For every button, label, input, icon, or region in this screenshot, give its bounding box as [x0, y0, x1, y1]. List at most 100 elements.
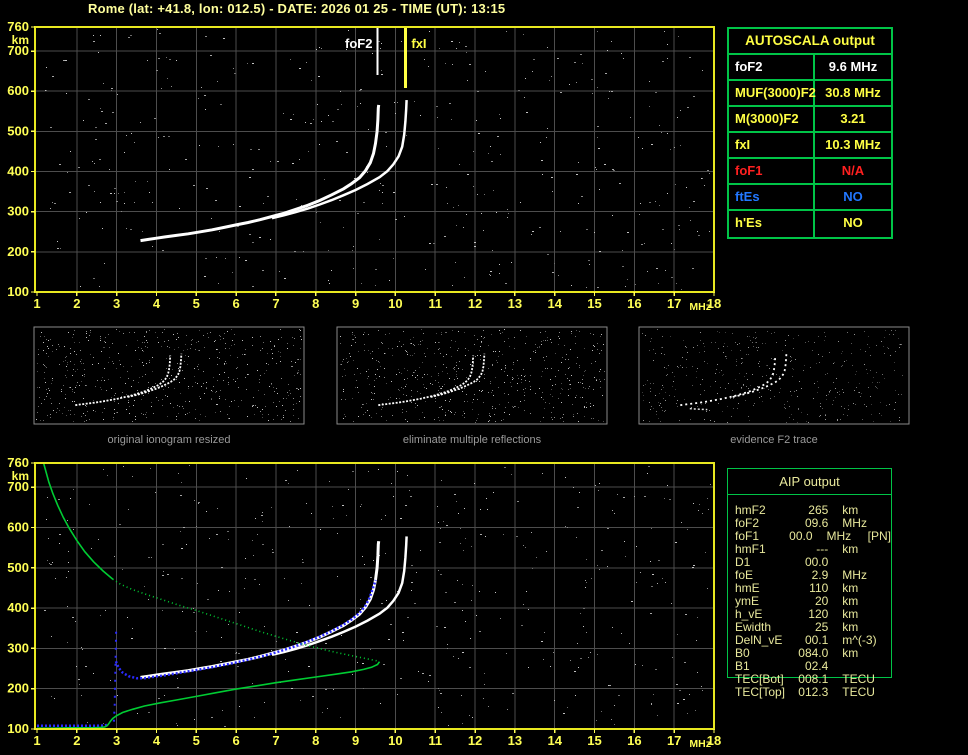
noise-dot [47, 393, 48, 394]
noise-dot [817, 392, 818, 393]
thumbnail-2 [336, 326, 608, 425]
noise-dot [332, 121, 334, 122]
noise-dot [52, 380, 53, 381]
noise-dot [259, 584, 260, 585]
noise-dot [352, 250, 353, 251]
noise-dot [353, 360, 354, 361]
noise-dot [217, 508, 218, 509]
noise-dot [661, 347, 662, 348]
noise-dot [558, 370, 559, 371]
noise-dot [186, 335, 187, 336]
autoscala-output-table: AUTOSCALA output foF2 9.6 MHz MUF(3000)F… [727, 27, 893, 239]
noise-dot [151, 557, 152, 558]
noise-dot [820, 406, 821, 407]
noise-dot [584, 406, 585, 407]
noise-dot [290, 119, 292, 120]
noise-dot [341, 635, 342, 636]
noise-dot [128, 37, 130, 38]
noise-dot [586, 407, 587, 408]
noise-dot [147, 342, 148, 343]
noise-dot [271, 507, 272, 508]
noise-dot [438, 688, 439, 689]
noise-dot [547, 254, 549, 255]
noise-dot [460, 528, 461, 529]
noise-dot [72, 391, 73, 392]
noise-dot [579, 331, 580, 332]
noise-dot [360, 608, 361, 609]
noise-dot [471, 600, 472, 601]
noise-dot [454, 494, 456, 495]
noise-dot [308, 151, 309, 152]
noise-dot [239, 706, 240, 707]
noise-dot [639, 214, 640, 215]
noise-dot [539, 227, 541, 228]
noise-dot [677, 366, 678, 367]
noise-dot [798, 335, 799, 336]
noise-dot [456, 225, 457, 226]
noise-dot [523, 604, 524, 605]
noise-dot [479, 381, 480, 382]
noise-dot [406, 411, 407, 412]
noise-dot [492, 408, 493, 409]
noise-dot [120, 377, 121, 378]
noise-dot [450, 411, 451, 412]
noise-dot [716, 369, 717, 370]
noise-dot [237, 367, 238, 368]
noise-dot [599, 569, 600, 570]
noise-dot [288, 483, 289, 484]
noise-dot [186, 544, 187, 545]
noise-dot [386, 420, 387, 421]
noise-dot [571, 375, 572, 376]
noise-dot [667, 133, 668, 134]
noise-dot [230, 355, 231, 356]
noise-dot [463, 411, 464, 412]
noise-dot [454, 367, 455, 368]
noise-dot [372, 53, 373, 54]
noise-dot [290, 421, 291, 422]
noise-dot [499, 273, 500, 274]
noise-dot [570, 349, 571, 350]
noise-dot [704, 419, 705, 420]
noise-dot [830, 390, 831, 391]
noise-dot [569, 84, 570, 85]
noise-dot [145, 414, 146, 415]
noise-dot [297, 388, 298, 389]
noise-dot [370, 577, 372, 578]
noise-dot [66, 415, 67, 416]
noise-dot [302, 562, 304, 563]
noise-dot [873, 377, 874, 378]
noise-dot [298, 389, 299, 390]
noise-dot [178, 337, 179, 338]
noise-dot [113, 419, 114, 420]
noise-dot [508, 338, 509, 339]
noise-dot [428, 66, 429, 67]
noise-dot [707, 498, 708, 499]
noise-dot [792, 376, 793, 377]
noise-dot [228, 539, 229, 540]
noise-dot [741, 363, 742, 364]
noise-dot [440, 353, 441, 354]
noise-dot [293, 114, 294, 115]
noise-dot [368, 471, 369, 472]
noise-dot [747, 379, 748, 380]
noise-dot [539, 347, 540, 348]
noise-dot [337, 576, 338, 577]
autoscala-window: foF2 fxI 1 2 3 4 5 6 7 8 9 10 11 12 13 14 15 16 17 18 100 200… [0, 0, 968, 755]
noise-dot [679, 229, 680, 230]
noise-dot [167, 346, 168, 347]
noise-dot [344, 369, 345, 370]
noise-dot [595, 361, 596, 362]
noise-dot [75, 371, 76, 372]
noise-dot [386, 146, 387, 147]
noise-dot [147, 181, 148, 182]
noise-dot [174, 388, 175, 389]
noise-dot [102, 228, 103, 229]
noise-dot [255, 518, 256, 519]
noise-dot [375, 269, 377, 270]
noise-dot [819, 416, 820, 417]
noise-dot [513, 362, 514, 363]
noise-dot [861, 393, 862, 394]
noise-dot [366, 371, 367, 372]
noise-dot [884, 378, 885, 379]
noise-dot [499, 330, 500, 331]
